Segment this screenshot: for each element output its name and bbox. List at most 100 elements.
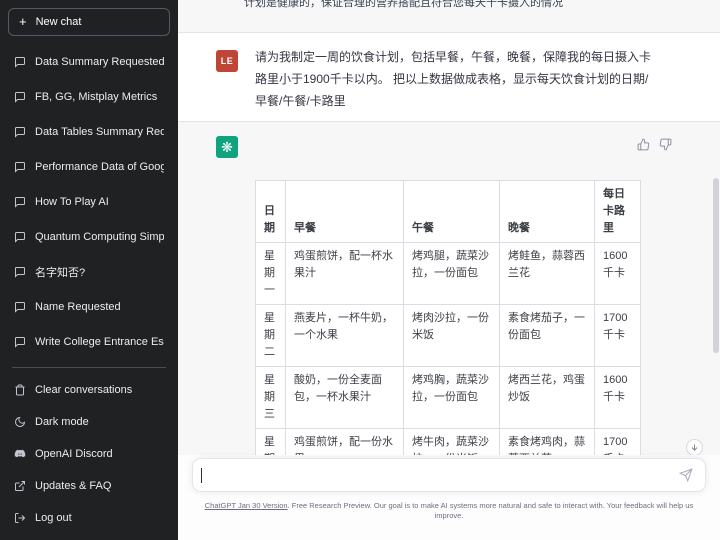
cell-lunch: 烤鸡腿，蔬菜沙拉，一份面包 <box>404 243 500 305</box>
chat-bubble-icon <box>14 56 26 68</box>
cell-breakfast: 燕麦片，一杯牛奶，一个水果 <box>286 305 404 367</box>
menu-label: Clear conversations <box>35 384 132 396</box>
cell-dinner: 素食烤茄子，一份面包 <box>500 305 595 367</box>
openai-logo-icon: ❋ <box>216 136 238 158</box>
cell-calories: 1600千卡 <box>595 367 641 429</box>
composer-area: ChatGPT Jan 30 Version. Free Research Pr… <box>178 455 720 540</box>
chat-title: Name Requested <box>35 301 121 313</box>
chat-bubble-icon <box>14 91 26 103</box>
version-link[interactable]: ChatGPT Jan 30 Version <box>205 501 288 510</box>
previous-assistant-message: 计划是健康的，保证合理的营养搭配且符合您每天千卡摄入的情况 <box>178 0 720 33</box>
col-header: 午餐 <box>404 181 500 243</box>
col-header: 每日卡路里 <box>595 181 641 243</box>
assistant-message: ❋ 日期 早餐 午餐 晚餐 每日卡路里 星期一 鸡蛋煎饼，配一杯水果汁 <box>178 122 720 455</box>
cell-calories: 1600千卡 <box>595 243 641 305</box>
sidebar-chat-item[interactable]: Name Requested <box>8 289 170 324</box>
log-out-button[interactable]: Log out <box>8 502 170 534</box>
send-icon[interactable] <box>679 468 693 482</box>
col-header: 晚餐 <box>500 181 595 243</box>
cell-dinner: 烤西兰花，鸡蛋炒饭 <box>500 367 595 429</box>
user-message-text: 请为我制定一周的饮食计划，包括早餐，午餐，晚餐，保障我的每日摄入卡路里小于190… <box>255 46 659 121</box>
previous-message-partial-text: 计划是健康的，保证合理的营养搭配且符合您每天千卡摄入的情况 <box>244 0 563 10</box>
sidebar-chat-item[interactable]: Performance Data of Google <box>8 149 170 184</box>
chat-bubble-icon <box>14 266 26 278</box>
chat-title: Quantum Computing Simplifi <box>35 231 164 243</box>
table-row: 星期一 鸡蛋煎饼，配一杯水果汁 烤鸡腿，蔬菜沙拉，一份面包 烤鲑鱼，蒜蓉西兰花 … <box>256 243 641 305</box>
clear-conversations-button[interactable]: Clear conversations <box>8 374 170 406</box>
sidebar-chat-item[interactable]: Data Tables Summary Reque <box>8 114 170 149</box>
chat-bubble-icon <box>14 336 26 348</box>
footer-text: . Free Research Preview. Our goal is to … <box>288 501 694 520</box>
menu-label: Dark mode <box>35 416 89 428</box>
menu-label: Log out <box>35 512 72 524</box>
cell-breakfast: 鸡蛋煎饼，配一份水果 <box>286 429 404 456</box>
chat-bubble-icon <box>14 161 26 173</box>
cell-lunch: 烤牛肉，蔬菜沙拉，一份米饭 <box>404 429 500 456</box>
table-header-row: 日期 早餐 午餐 晚餐 每日卡路里 <box>256 181 641 243</box>
chat-title: Data Tables Summary Reque <box>35 126 164 138</box>
cell-breakfast: 鸡蛋煎饼，配一杯水果汁 <box>286 243 404 305</box>
discord-icon <box>14 448 26 460</box>
chat-history-list: Data Summary Requested FB, GG, Mistplay … <box>8 44 170 359</box>
sidebar-chat-item[interactable]: FB, GG, Mistplay Metrics <box>8 79 170 114</box>
cell-day: 星期一 <box>256 243 286 305</box>
col-header: 日期 <box>256 181 286 243</box>
table-row: 星期三 酸奶，一份全麦面包，一杯水果汁 烤鸡胸，蔬菜沙拉，一份面包 烤西兰花，鸡… <box>256 367 641 429</box>
external-link-icon <box>14 480 26 492</box>
chat-bubble-icon <box>14 301 26 313</box>
message-input[interactable] <box>192 458 706 492</box>
footer-disclaimer: ChatGPT Jan 30 Version. Free Research Pr… <box>200 501 698 521</box>
scroll-down-button[interactable] <box>686 439 703 456</box>
text-cursor <box>201 468 202 483</box>
cell-breakfast: 酸奶，一份全麦面包，一杯水果汁 <box>286 367 404 429</box>
col-header: 早餐 <box>286 181 404 243</box>
new-chat-button[interactable]: + New chat <box>8 8 170 36</box>
menu-label: Updates & FAQ <box>35 480 111 492</box>
chat-title: Performance Data of Google <box>35 161 164 173</box>
user-avatar: LE <box>216 50 238 72</box>
sidebar-chat-item[interactable]: Quantum Computing Simplifi <box>8 219 170 254</box>
logout-icon <box>14 512 26 524</box>
down-arrow-icon <box>690 443 699 452</box>
trash-icon <box>14 384 26 396</box>
cell-calories: 1700千卡 <box>595 429 641 456</box>
menu-label: OpenAI Discord <box>35 448 113 460</box>
chat-bubble-icon <box>14 231 26 243</box>
sidebar-divider <box>12 367 166 368</box>
chat-title: Data Summary Requested <box>35 56 164 68</box>
new-chat-label: New chat <box>36 16 82 28</box>
updates-faq-button[interactable]: Updates & FAQ <box>8 470 170 502</box>
moon-icon <box>14 416 26 428</box>
cell-day: 星期四 <box>256 429 286 456</box>
user-message: LE 请为我制定一周的饮食计划，包括早餐，午餐，晚餐，保障我的每日摄入卡路里小于… <box>178 33 720 122</box>
chat-bubble-icon <box>14 126 26 138</box>
sidebar-chat-item[interactable]: 名字知否? <box>8 254 170 289</box>
chat-title: How To Play AI <box>35 196 109 208</box>
dark-mode-button[interactable]: Dark mode <box>8 406 170 438</box>
plus-icon: + <box>19 17 27 27</box>
sidebar-chat-item[interactable]: Data Summary Requested <box>8 44 170 79</box>
meal-plan-table: 日期 早餐 午餐 晚餐 每日卡路里 星期一 鸡蛋煎饼，配一杯水果汁 烤鸡腿，蔬菜… <box>255 180 641 455</box>
sidebar-menu: Clear conversations Dark mode OpenAI Dis… <box>8 374 170 534</box>
cell-lunch: 烤肉沙拉，一份米饭 <box>404 305 500 367</box>
cell-dinner: 烤鲑鱼，蒜蓉西兰花 <box>500 243 595 305</box>
thumbs-up-icon[interactable] <box>637 138 650 151</box>
sidebar: + New chat Data Summary Requested FB, GG… <box>0 0 178 540</box>
sidebar-chat-item[interactable]: Write College Entrance Essay <box>8 324 170 359</box>
feedback-buttons <box>637 138 672 151</box>
scrollbar-thumb[interactable] <box>713 178 719 353</box>
thumbs-down-icon[interactable] <box>659 138 672 151</box>
chat-title: FB, GG, Mistplay Metrics <box>35 91 157 103</box>
chat-title: 名字知否? <box>35 264 85 280</box>
sidebar-chat-item[interactable]: How To Play AI <box>8 184 170 219</box>
cell-calories: 1700千卡 <box>595 305 641 367</box>
cell-lunch: 烤鸡胸，蔬菜沙拉，一份面包 <box>404 367 500 429</box>
chat-panel: 计划是健康的，保证合理的营养搭配且符合您每天千卡摄入的情况 LE 请为我制定一周… <box>178 0 720 540</box>
table-row: 星期四 鸡蛋煎饼，配一份水果 烤牛肉，蔬菜沙拉，一份米饭 素食烤鸡肉，蒜蓉西兰花… <box>256 429 641 456</box>
chat-bubble-icon <box>14 196 26 208</box>
cell-day: 星期二 <box>256 305 286 367</box>
cell-dinner: 素食烤鸡肉，蒜蓉西兰花 <box>500 429 595 456</box>
chat-title: Write College Entrance Essay <box>35 336 164 348</box>
cell-day: 星期三 <box>256 367 286 429</box>
openai-discord-button[interactable]: OpenAI Discord <box>8 438 170 470</box>
